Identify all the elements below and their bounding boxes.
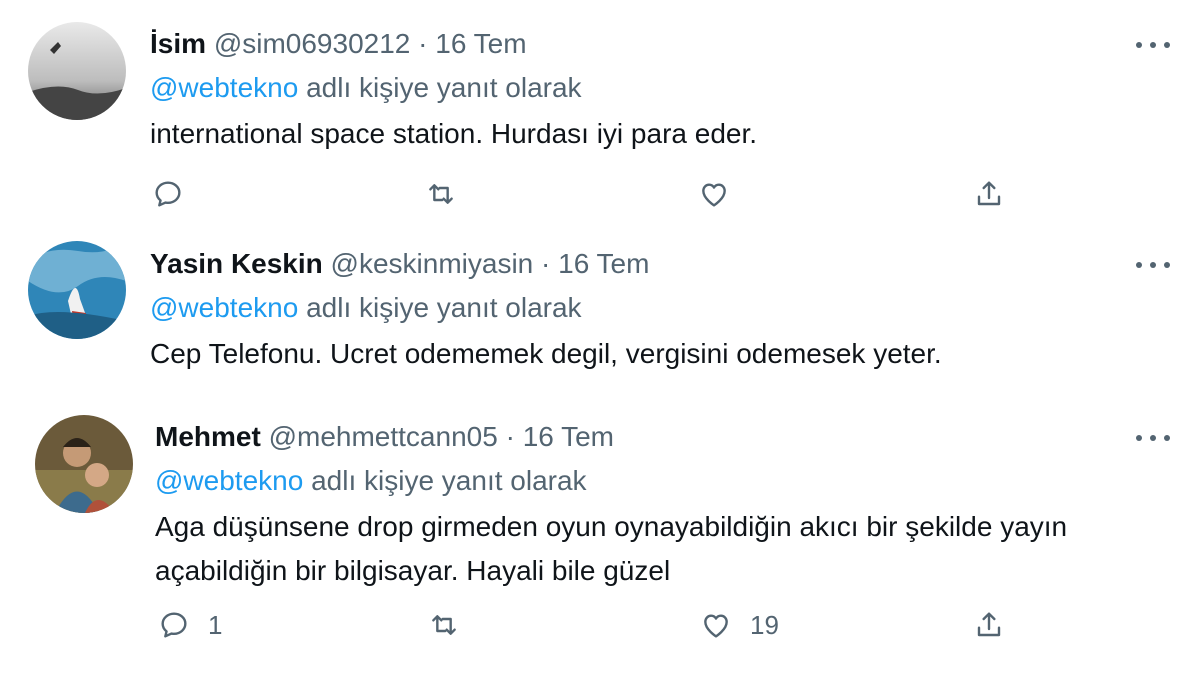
like-icon [704,614,728,638]
like-count: 19 [750,609,779,640]
tweet-actions: 1 19 [0,609,1200,649]
replying-to: @webtekno adlı kişiye yanıt olarak [155,465,587,497]
avatar[interactable] [28,22,126,120]
tweet-text: international space station. Hurdası iyi… [150,118,758,149]
like-button[interactable] [698,178,730,210]
more-icon[interactable] [1136,260,1170,270]
reply-icon [161,612,187,638]
tweet-date[interactable]: 16 Tem [435,28,526,59]
share-icon [977,612,1001,637]
tweet-text: Aga düşünsene drop girmeden oyun oynayab… [155,511,1068,586]
share-button[interactable] [973,609,1005,641]
tweet-date[interactable]: 16 Tem [558,248,649,279]
tweet-1: İsim @sim06930212 · 16 Tem @webtekno adl… [0,0,1200,225]
retweet-icon [432,615,456,635]
avatar[interactable] [28,241,126,339]
reply-mention[interactable]: @webtekno [150,292,298,323]
reply-mention[interactable]: @webtekno [155,465,303,496]
reply-button[interactable]: 1 [158,609,222,641]
like-icon [702,183,726,207]
tweet-header: Yasin Keskin @keskinmiyasin · 16 Tem [150,248,649,280]
retweet-button[interactable] [425,178,457,210]
share-button[interactable] [973,178,1005,210]
more-icon[interactable] [1136,40,1170,50]
reply-suffix: adlı kişiye yanıt olarak [311,465,587,496]
author-handle[interactable]: @keskinmiyasin [331,248,534,279]
author-name[interactable]: İsim [150,28,206,59]
author-name[interactable]: Yasin Keskin [150,248,323,279]
separator: · [418,28,428,59]
reply-mention[interactable]: @webtekno [150,72,298,103]
reply-icon [155,181,181,207]
share-icon [977,181,1001,206]
more-icon[interactable] [1136,433,1170,443]
replying-to: @webtekno adlı kişiye yanıt olarak [150,72,582,104]
author-handle[interactable]: @sim06930212 [214,28,411,59]
replying-to: @webtekno adlı kişiye yanıt olarak [150,292,582,324]
avatar-image [28,22,126,120]
tweet-text: Cep Telefonu. Ucret odememek degil, verg… [150,338,942,369]
retweet-button[interactable] [428,609,460,641]
tweet-3: Mehmet @mehmettcann05 · 16 Tem @webtekno… [0,395,1200,675]
reply-count: 1 [208,609,223,640]
like-button[interactable]: 19 [700,609,779,641]
author-name[interactable]: Mehmet [155,421,261,452]
tweet-2: Yasin Keskin @keskinmiyasin · 16 Tem @we… [0,225,1200,395]
retweet-icon [429,184,453,204]
avatar-image [28,241,126,339]
tweet-header: Mehmet @mehmettcann05 · 16 Tem [155,421,614,453]
reply-button[interactable] [152,178,184,210]
tweet-actions [0,178,1200,218]
separator: · [541,248,551,279]
reply-suffix: adlı kişiye yanıt olarak [306,72,582,103]
avatar-image [35,415,133,513]
tweet-date[interactable]: 16 Tem [523,421,614,452]
reply-suffix: adlı kişiye yanıt olarak [306,292,582,323]
separator: · [505,421,515,452]
author-handle[interactable]: @mehmettcann05 [269,421,498,452]
tweet-header: İsim @sim06930212 · 16 Tem [150,28,527,60]
avatar[interactable] [35,415,133,513]
